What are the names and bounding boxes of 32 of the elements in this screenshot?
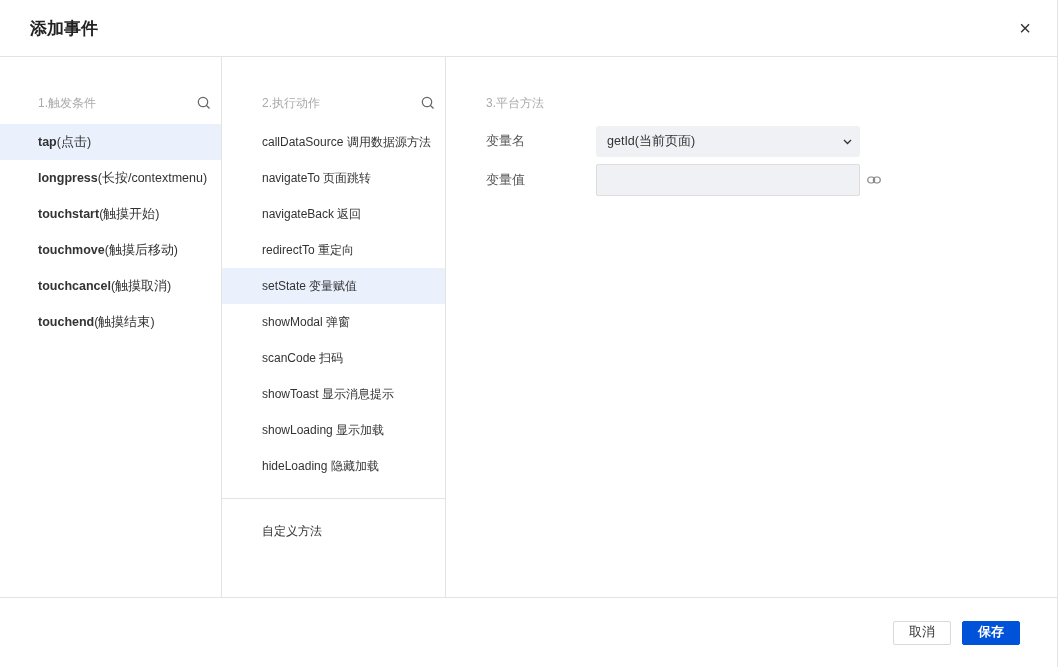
list-item[interactable]: showLoading 显示加载 [222, 412, 445, 448]
list-item[interactable]: scanCode 扫码 [222, 340, 445, 376]
column-heading: 2.执行动作 [262, 94, 320, 112]
search-icon[interactable] [197, 96, 211, 110]
cancel-button[interactable]: 取消 [893, 620, 951, 645]
field-label: 变量名 [486, 133, 526, 150]
close-button[interactable]: × [1019, 16, 1031, 40]
list-item[interactable]: callDataSource 调用数据源方法 [222, 124, 445, 160]
column-heading: 1.触发条件 [38, 94, 96, 112]
select-field[interactable]: getId(当前页面) [596, 126, 860, 157]
list-item[interactable]: 自定义方法 [222, 513, 445, 549]
list-item[interactable]: navigateTo 页面跳转 [222, 160, 445, 196]
link-icon[interactable] [867, 176, 881, 184]
chevron-down-icon [843, 138, 852, 145]
list-item[interactable]: touchmove(触摸后移动) [0, 232, 221, 268]
field-label: 变量值 [486, 171, 526, 189]
input-field[interactable] [596, 164, 860, 196]
list-item[interactable]: showModal 弹窗 [222, 304, 445, 340]
list-item[interactable]: tap(点击) [0, 124, 221, 160]
search-icon[interactable] [421, 96, 435, 110]
list-item[interactable]: redirectTo 重定向 [222, 232, 445, 268]
list-item[interactable]: setState 变量赋值 [222, 268, 445, 304]
list-item[interactable]: navigateBack 返回 [222, 196, 445, 232]
list-item[interactable]: touchend(触摸结束) [0, 304, 221, 340]
list-item[interactable]: longpress(长按/contextmenu) [0, 160, 221, 196]
column-heading: 3.平台方法 [486, 95, 545, 112]
list-item[interactable]: hideLoading 隐藏加载 [222, 448, 445, 484]
list-item[interactable]: showToast 显示消息提示 [222, 376, 445, 412]
dialog-title: 添加事件 [30, 17, 98, 40]
save-button[interactable]: 保存 [962, 620, 1020, 645]
list-item[interactable]: touchcancel(触摸取消) [0, 268, 221, 304]
list-item[interactable]: touchstart(触摸开始) [0, 196, 221, 232]
